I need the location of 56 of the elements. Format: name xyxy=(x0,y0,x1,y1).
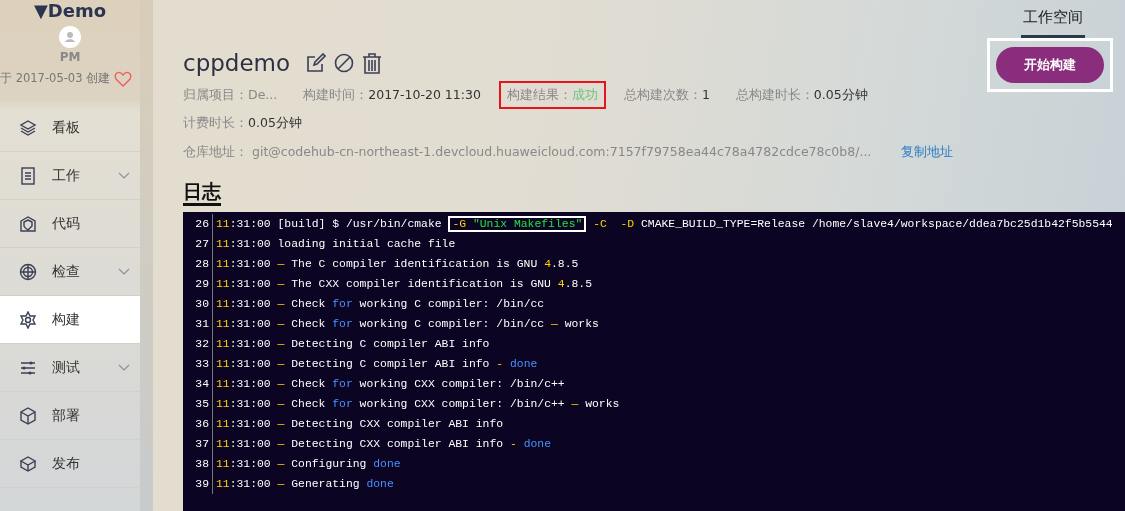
meta-field: 构建结果：成功 xyxy=(498,80,606,110)
created-date: 于 2017-05-03 创建 xyxy=(0,70,111,87)
document-icon xyxy=(19,166,37,185)
log-line: 11:31:00 — Detecting CXX compiler ABI info - done xyxy=(215,436,551,452)
meta-field: 计费时长：0.05分钟 xyxy=(175,109,310,138)
meta-field: 总构建次数：1 xyxy=(615,80,718,110)
target-icon xyxy=(19,262,37,281)
meta-field: 构建时间：2017-10-20 11:30 xyxy=(295,80,489,110)
meta-field: 归属项目：De... xyxy=(175,80,286,110)
log-line: 11:31:00 — The C compiler identification is GNU 4.8.5 xyxy=(215,256,579,272)
log-heading: 日志 xyxy=(183,178,221,206)
disable-icon xyxy=(334,53,355,74)
meta-field: 总构建时长：0.05分钟 xyxy=(727,80,876,110)
log-line: 11:31:00 — The CXX compiler identification is GNU 4.8.5 xyxy=(215,276,592,292)
line-number: 32 xyxy=(183,333,213,354)
line-number: 31 xyxy=(183,313,213,334)
line-number: 35 xyxy=(183,393,213,414)
log-line: 11:31:00 — Detecting C compiler ABI info xyxy=(215,336,490,352)
line-number: 34 xyxy=(183,373,213,394)
line-number: 28 xyxy=(183,253,213,274)
log-line: 11:31:00 [build] $ /usr/bin/cmake -G "Unix Makefiles" -C -D CMAKE_BUILD_TYPE=Release /home/slave4/workspace/ddea7bc25d1b42f5b5544 xyxy=(215,214,1113,234)
cube-icon xyxy=(19,406,37,425)
project-name[interactable]: Demo xyxy=(47,0,107,21)
log-line: 11:31:00 — Configuring done xyxy=(215,456,401,472)
log-line: 11:31:00 — Detecting CXX compiler ABI info xyxy=(215,416,504,432)
start-build-button[interactable]: 开始构建 xyxy=(996,47,1104,83)
log-line: 11:31:00 — Detecting C compiler ABI info - done xyxy=(215,356,538,372)
log-line: 11:31:00 — Check for working C compiler: /bin/cc — works xyxy=(215,316,599,332)
trash-icon xyxy=(362,52,383,74)
heart-icon xyxy=(114,70,133,87)
line-number: 37 xyxy=(183,433,213,454)
line-number: 33 xyxy=(183,353,213,374)
gear-icon xyxy=(19,310,37,329)
line-number: 29 xyxy=(183,273,213,294)
line-number: 36 xyxy=(183,413,213,434)
user-role: PM xyxy=(59,49,81,66)
package-icon xyxy=(19,454,37,473)
log-line: 11:31:00 — Check for working CXX compiler: /bin/c++ xyxy=(215,376,565,392)
log-line: 11:31:00 — Check for working CXX compiler: /bin/c++ — works xyxy=(215,396,620,412)
workspace-tab[interactable]: 工作空间 xyxy=(1021,0,1085,38)
layers-icon xyxy=(19,118,37,137)
log-line: 11:31:00 — Generating done xyxy=(215,476,394,492)
log-line: 11:31:00 — Check for working C compiler: /bin/cc xyxy=(215,296,545,312)
edit-icon xyxy=(306,53,327,74)
job-title: cppdemo xyxy=(183,49,291,78)
sidebar-item[interactable]: 构建 xyxy=(0,296,140,344)
line-number: 27 xyxy=(183,233,213,254)
shield-icon xyxy=(19,214,37,233)
log-line: 11:31:00 loading initial cache file xyxy=(215,236,456,252)
avatar-icon xyxy=(59,26,81,48)
line-number: 39 xyxy=(183,473,213,494)
line-number: 30 xyxy=(183,293,213,314)
collapse-caret-icon[interactable]: ▼ xyxy=(33,0,48,21)
line-number: 38 xyxy=(183,453,213,474)
line-number: 26 xyxy=(183,213,213,234)
repo-address: 仓库地址： git@codehub-cn-northeast-1.devcloud.huaweicloud.com:7157f79758ea44c78a4782cdce78c0b8/... xyxy=(182,143,873,161)
